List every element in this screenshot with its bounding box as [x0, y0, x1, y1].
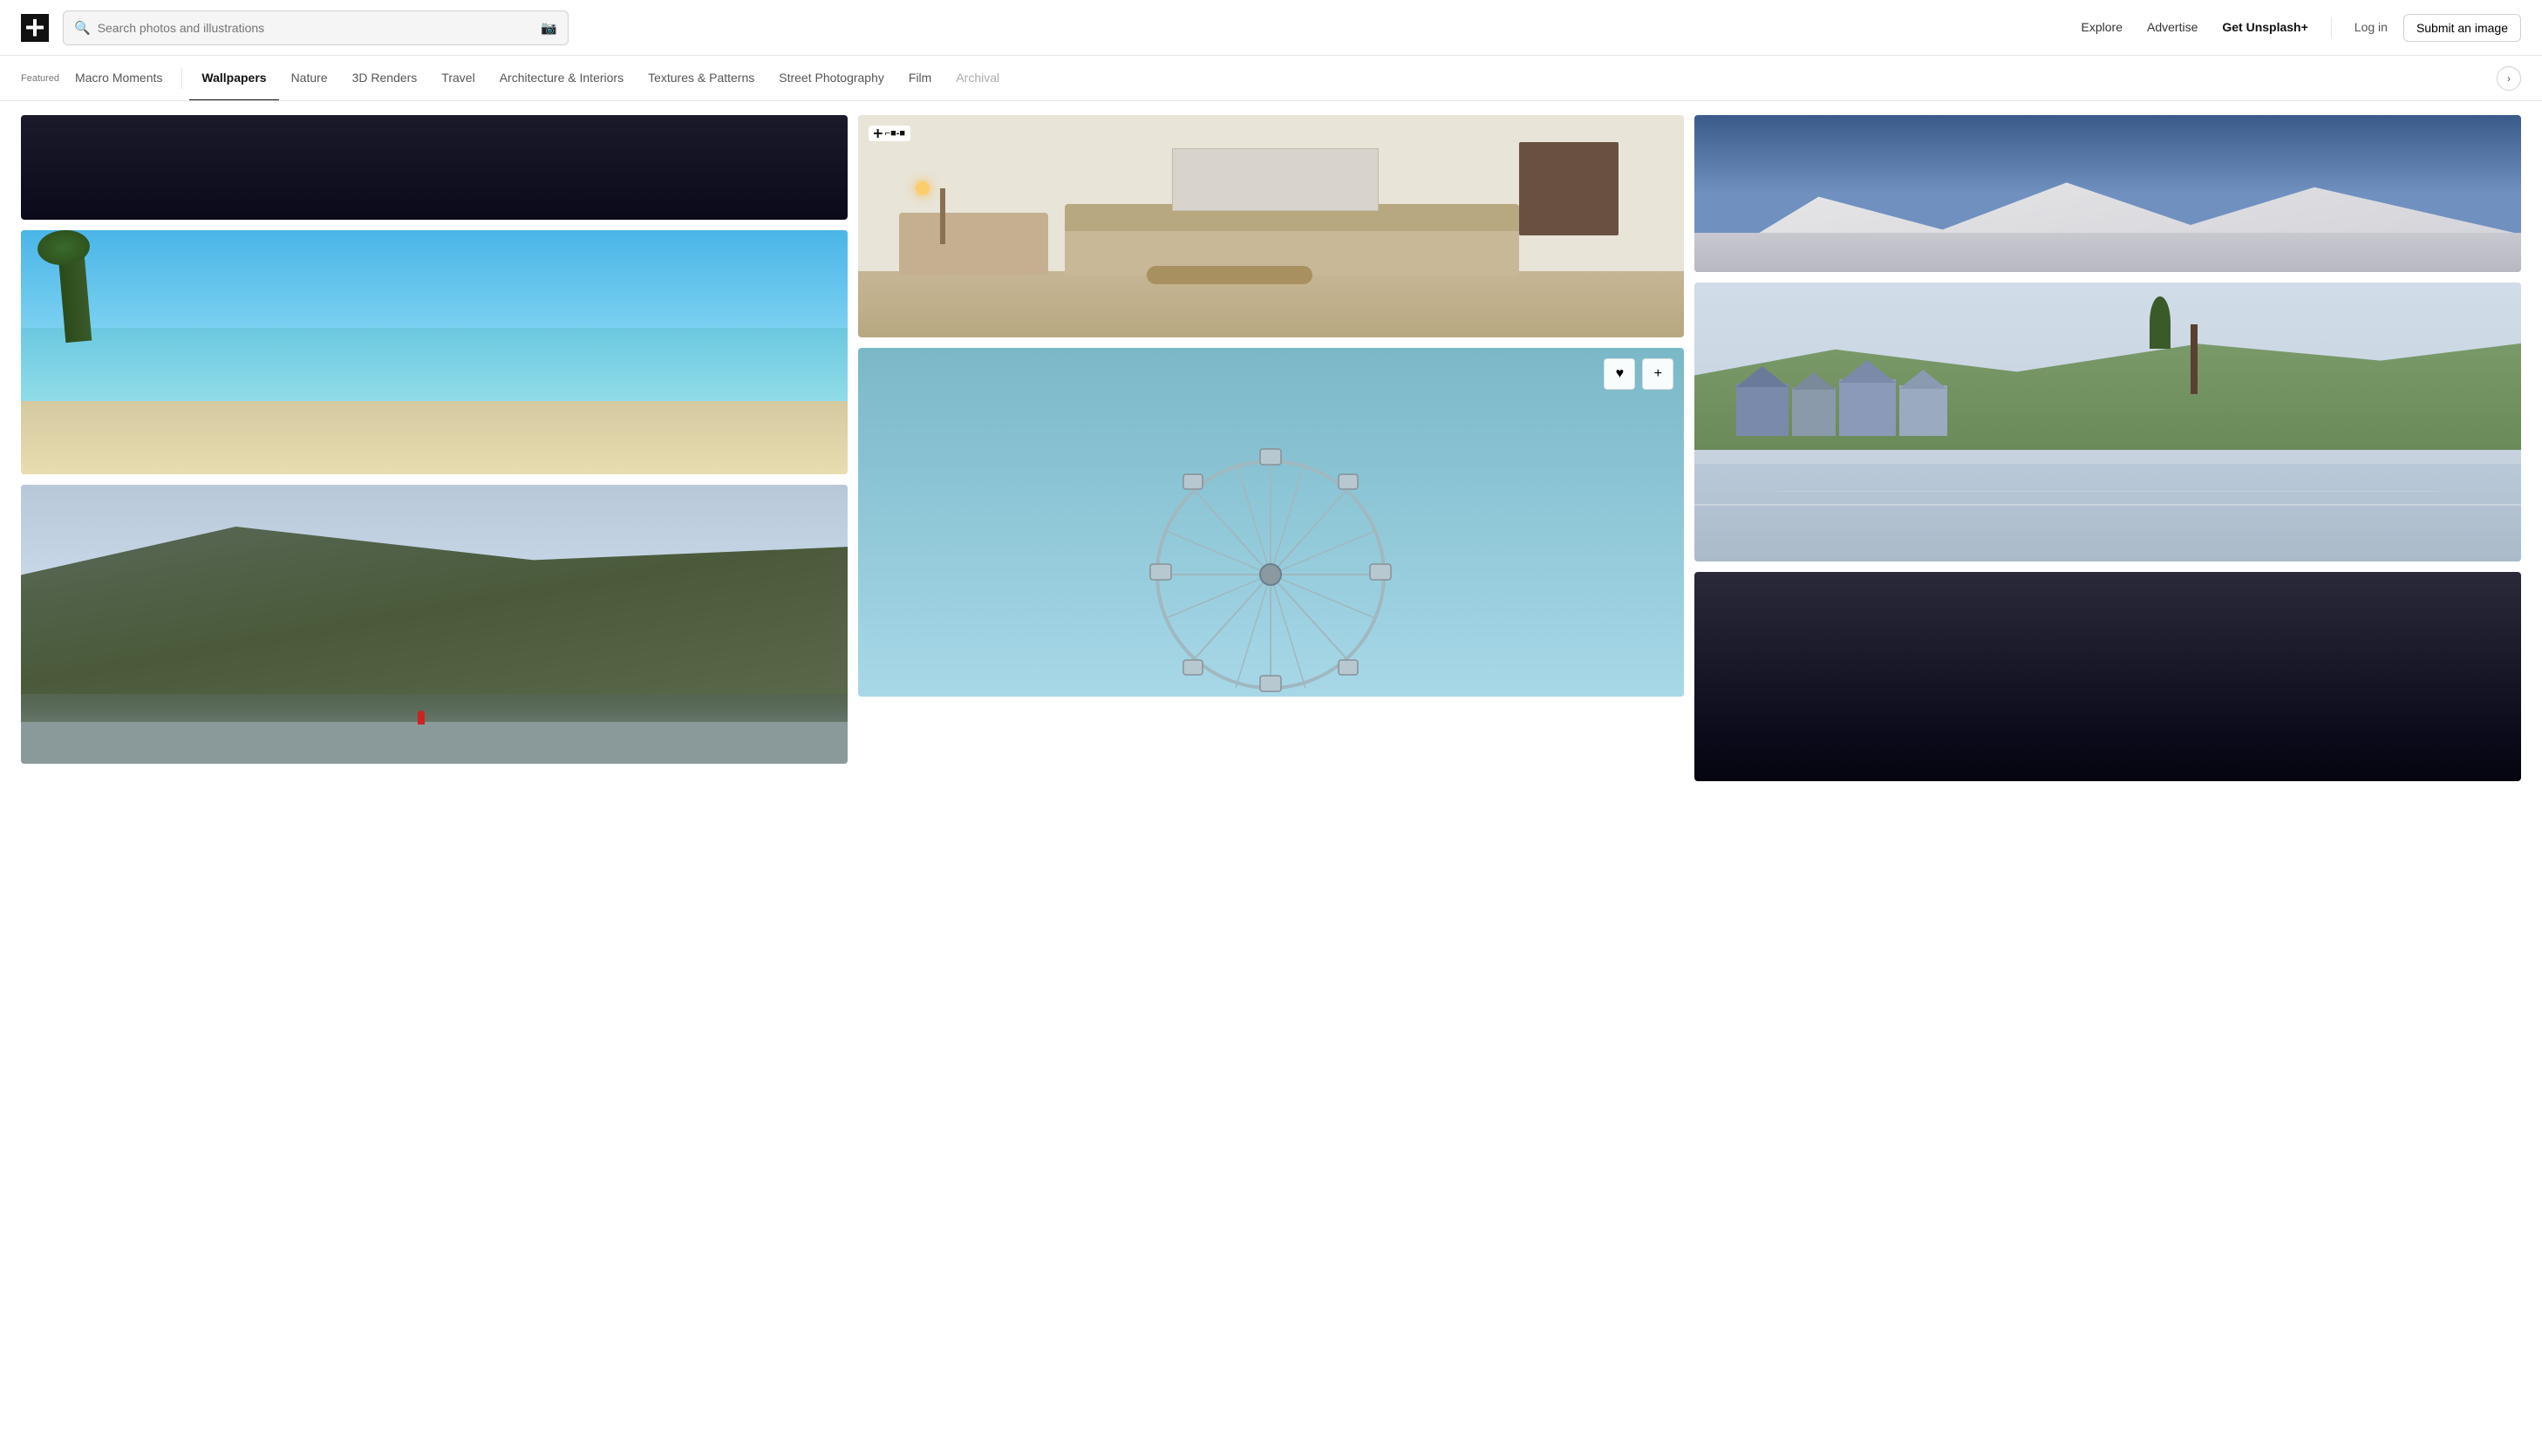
unsplash-watermark: ⌐■-■ — [869, 126, 910, 141]
nav-separator — [2331, 17, 2332, 38]
watermark-text: ⌐■-■ — [885, 128, 905, 139]
logo[interactable] — [21, 14, 49, 42]
photo-card-mountain[interactable] — [21, 485, 848, 764]
photo-col-2: ⌐■-■ — [858, 115, 1685, 781]
photo-overlay-ferris — [858, 348, 1685, 697]
tabs-bar: Featured Macro Moments Wallpapers Nature… — [0, 56, 2542, 101]
nav-get-plus[interactable]: Get Unsplash+ — [2213, 5, 2316, 51]
photo-overlay-living-room — [858, 115, 1685, 337]
featured-label: Featured — [21, 73, 59, 84]
nav-explore[interactable]: Explore — [2082, 5, 2131, 51]
tab-archival[interactable]: Archival — [944, 56, 1012, 101]
tab-3d-renders[interactable]: 3D Renders — [340, 56, 430, 101]
tab-travel[interactable]: Travel — [429, 56, 487, 101]
nav-log-in[interactable]: Log in — [2346, 5, 2396, 51]
header-nav: Explore Advertise Get Unsplash+ Log in S… — [2082, 5, 2521, 51]
photo-overlay — [21, 115, 848, 220]
main-content: ⌐■-■ — [0, 101, 2542, 795]
unsplash-logo-icon — [26, 19, 44, 37]
search-input[interactable] — [98, 21, 535, 35]
tab-separator — [181, 68, 182, 89]
photo-card-dark-bottom[interactable] — [1694, 572, 2521, 781]
tab-film[interactable]: Film — [896, 56, 944, 101]
photo-overlay-mountain — [21, 485, 848, 764]
tab-wallpapers[interactable]: Wallpapers — [189, 56, 278, 101]
tab-textures-patterns[interactable]: Textures & Patterns — [636, 56, 767, 101]
camera-search-icon[interactable]: 📷 — [541, 20, 557, 36]
photo-card-snowy-mountain[interactable] — [1694, 115, 2521, 272]
submit-image-button[interactable]: Submit an image — [2403, 14, 2521, 42]
photo-col-1 — [21, 115, 848, 781]
watermark-icon — [874, 129, 883, 138]
tab-architecture-interiors[interactable]: Architecture & Interiors — [487, 56, 636, 101]
photo-overlay-houses — [1694, 282, 2521, 561]
photo-overlay-beach — [21, 230, 848, 474]
photo-card-houses[interactable] — [1694, 282, 2521, 561]
tab-nature[interactable]: Nature — [279, 56, 340, 101]
photo-grid: ⌐■-■ — [21, 115, 2521, 781]
search-icon: 🔍 — [74, 20, 91, 36]
photo-col-3 — [1694, 115, 2521, 781]
photo-card-living-room[interactable]: ⌐■-■ — [858, 115, 1685, 337]
search-bar[interactable]: 🔍 📷 — [63, 10, 569, 45]
photo-overlay-snowy — [1694, 115, 2521, 272]
photo-card-dark-top[interactable] — [21, 115, 848, 220]
photo-card-beach[interactable] — [21, 230, 848, 474]
photo-card-ferris-wheel[interactable]: ♥ + — [858, 348, 1685, 697]
tab-macro-moments[interactable]: Macro Moments — [63, 56, 174, 101]
header: 🔍 📷 Explore Advertise Get Unsplash+ Log … — [0, 0, 2542, 56]
photo-overlay-dark — [1694, 572, 2521, 781]
tab-street-photography[interactable]: Street Photography — [767, 56, 896, 101]
tabs-more-button[interactable]: › — [2497, 66, 2521, 91]
nav-advertise[interactable]: Advertise — [2138, 5, 2206, 51]
